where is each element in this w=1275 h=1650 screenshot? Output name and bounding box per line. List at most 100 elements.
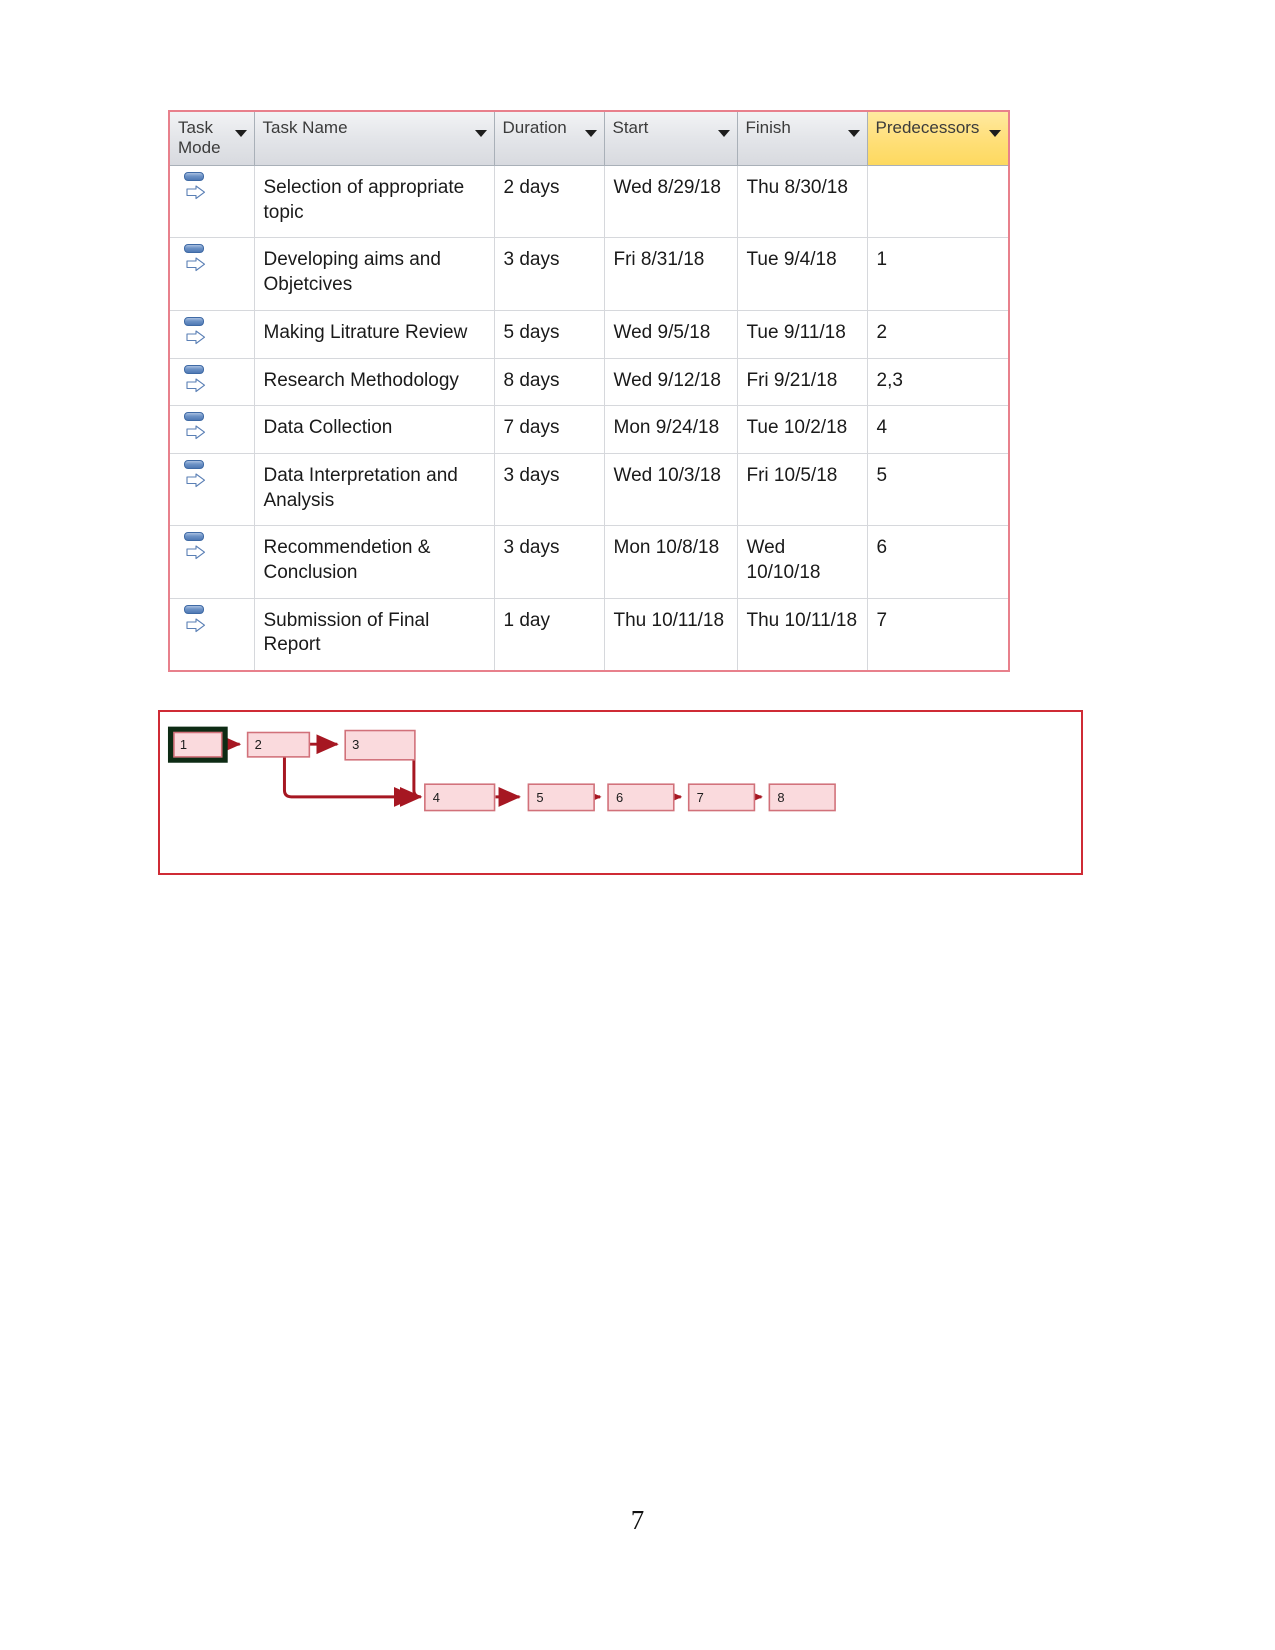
- cell-start[interactable]: Thu 10/11/18: [604, 598, 738, 671]
- filter-dropdown-icon-predecessors[interactable]: [989, 130, 1001, 137]
- auto-schedule-bar-icon: [184, 244, 204, 254]
- table-row[interactable]: Submission of Final Report 1 day Thu 10/11…: [170, 598, 1008, 671]
- cell-task-mode[interactable]: [170, 237, 255, 311]
- auto-scheduled-icon[interactable]: [182, 459, 210, 494]
- network-node-3-label: 3: [352, 737, 359, 752]
- cell-duration[interactable]: 8 days: [494, 358, 605, 407]
- auto-schedule-bar-icon: [184, 604, 204, 614]
- cell-duration[interactable]: 2 days: [494, 165, 605, 239]
- network-node-5-label: 5: [536, 790, 543, 805]
- cell-task-mode[interactable]: [170, 405, 255, 454]
- column-header-start[interactable]: Start: [604, 112, 738, 167]
- network-node-8-label: 8: [777, 790, 784, 805]
- column-header-duration[interactable]: Duration: [494, 112, 605, 167]
- cell-finish[interactable]: Wed 10/10/18: [737, 525, 868, 599]
- table-row[interactable]: Recommendetion & Conclusion 3 days Mon 10/…: [170, 525, 1008, 599]
- cell-finish[interactable]: Tue 10/2/18: [737, 405, 868, 454]
- cell-finish[interactable]: Tue 9/11/18: [737, 310, 868, 359]
- cell-duration[interactable]: 1 day: [494, 598, 605, 671]
- cell-duration[interactable]: 7 days: [494, 405, 605, 454]
- cell-start[interactable]: Wed 8/29/18: [604, 165, 738, 239]
- table-row[interactable]: Data Collection 7 days Mon 9/24/18 Tue 10/2…: [170, 405, 1008, 454]
- network-node-1-label: 1: [180, 737, 187, 752]
- cell-start[interactable]: Mon 10/8/18: [604, 525, 738, 599]
- column-header-task-name[interactable]: Task Name: [254, 112, 495, 167]
- table-row[interactable]: Developing aims and Objetcives 3 days Fri …: [170, 237, 1008, 311]
- column-header-task-mode-label: Task Mode: [178, 118, 221, 157]
- cell-predecessors[interactable]: 1: [867, 237, 1008, 311]
- network-node-4[interactable]: 4: [424, 783, 496, 812]
- cell-predecessors[interactable]: [867, 165, 1008, 239]
- filter-dropdown-icon-task-mode[interactable]: [234, 130, 247, 137]
- auto-scheduled-icon[interactable]: [182, 532, 210, 566]
- network-diagram-container: 1 2 3 4 5 6 7 8: [158, 710, 1083, 875]
- network-node-5[interactable]: 5: [527, 783, 595, 812]
- cell-task-name[interactable]: Research Methodology: [254, 358, 495, 407]
- cell-finish[interactable]: Fri 9/21/18: [737, 358, 868, 407]
- network-diagram: 1 2 3 4 5 6 7 8: [167, 726, 836, 812]
- cell-predecessors[interactable]: 4: [867, 405, 1008, 454]
- cell-start[interactable]: Mon 9/24/18: [604, 405, 738, 454]
- cell-duration[interactable]: 3 days: [494, 453, 605, 527]
- column-header-predecessors[interactable]: Predecessors: [867, 112, 1008, 167]
- cell-task-mode[interactable]: [170, 310, 255, 359]
- cell-predecessors[interactable]: 2: [867, 310, 1008, 359]
- cell-duration[interactable]: 5 days: [494, 310, 605, 359]
- table-row[interactable]: Research Methodology 8 days Wed 9/12/18 Fri…: [170, 358, 1008, 407]
- table-row[interactable]: Data Interpretation and Analysis 3 days We…: [170, 453, 1008, 527]
- cell-task-name[interactable]: Selection of appropriate topic: [254, 165, 495, 239]
- auto-scheduled-icon[interactable]: [182, 604, 210, 639]
- network-node-2[interactable]: 2: [246, 731, 311, 758]
- cell-task-name[interactable]: Making Litrature Review: [254, 310, 495, 359]
- auto-scheduled-icon[interactable]: [182, 244, 210, 278]
- cell-task-mode[interactable]: [170, 598, 255, 671]
- auto-scheduled-icon[interactable]: [182, 172, 210, 206]
- cell-task-name[interactable]: Submission of Final Report: [254, 598, 495, 671]
- column-header-finish-label: Finish: [745, 118, 791, 137]
- cell-task-mode[interactable]: [170, 453, 255, 527]
- cell-predecessors[interactable]: 7: [867, 598, 1008, 671]
- network-node-3[interactable]: 3: [344, 729, 416, 761]
- cell-duration[interactable]: 3 days: [494, 525, 605, 599]
- network-node-6[interactable]: 6: [607, 783, 675, 812]
- cell-task-name[interactable]: Data Interpretation and Analysis: [254, 453, 495, 527]
- cell-task-name[interactable]: Data Collection: [254, 405, 495, 454]
- table-row[interactable]: Making Litrature Review 5 days Wed 9/5/18 T…: [170, 310, 1008, 359]
- cell-finish[interactable]: Fri 10/5/18: [737, 453, 868, 527]
- cell-predecessors[interactable]: 6: [867, 525, 1008, 599]
- cell-finish[interactable]: Thu 10/11/18: [737, 598, 868, 671]
- column-header-finish[interactable]: Finish: [737, 112, 868, 167]
- filter-dropdown-icon-start[interactable]: [717, 130, 730, 137]
- cell-task-name[interactable]: Developing aims and Objetcives: [254, 237, 495, 311]
- network-node-7[interactable]: 7: [687, 783, 756, 812]
- cell-finish[interactable]: Thu 8/30/18: [737, 165, 868, 239]
- auto-scheduled-icon[interactable]: [182, 316, 210, 351]
- auto-scheduled-icon[interactable]: [182, 412, 210, 446]
- filter-dropdown-icon-finish[interactable]: [847, 130, 860, 137]
- cell-predecessors[interactable]: 5: [867, 453, 1008, 527]
- cell-start[interactable]: Fri 8/31/18: [604, 237, 738, 311]
- task-table-container: Task Mode Task Name Duration Start Finis…: [168, 110, 1010, 673]
- network-node-8[interactable]: 8: [768, 783, 836, 812]
- cell-start[interactable]: Wed 9/12/18: [604, 358, 738, 407]
- cell-task-mode[interactable]: [170, 525, 255, 599]
- cell-start[interactable]: Wed 9/5/18: [604, 310, 738, 359]
- auto-schedule-bar-icon: [184, 316, 204, 326]
- cell-task-mode[interactable]: [170, 165, 255, 239]
- network-node-6-label: 6: [616, 790, 623, 805]
- table-row[interactable]: Selection of appropriate topic 2 days Wed …: [170, 165, 1008, 239]
- cell-predecessors[interactable]: 2,3: [867, 358, 1008, 407]
- cell-task-mode[interactable]: [170, 358, 255, 407]
- network-node-1[interactable]: 1: [167, 726, 228, 763]
- filter-dropdown-icon-duration[interactable]: [584, 130, 597, 137]
- cell-task-name[interactable]: Recommendetion & Conclusion: [254, 525, 495, 599]
- column-header-duration-label: Duration: [502, 118, 567, 137]
- column-header-task-mode[interactable]: Task Mode: [170, 112, 255, 167]
- cell-start[interactable]: Wed 10/3/18: [604, 453, 738, 527]
- cell-finish[interactable]: Tue 9/4/18: [737, 237, 868, 311]
- column-header-start-label: Start: [612, 118, 649, 137]
- filter-dropdown-icon-task-name[interactable]: [474, 130, 487, 137]
- auto-scheduled-icon[interactable]: [182, 364, 210, 399]
- auto-schedule-arrow-icon: [186, 545, 206, 560]
- cell-duration[interactable]: 3 days: [494, 237, 605, 311]
